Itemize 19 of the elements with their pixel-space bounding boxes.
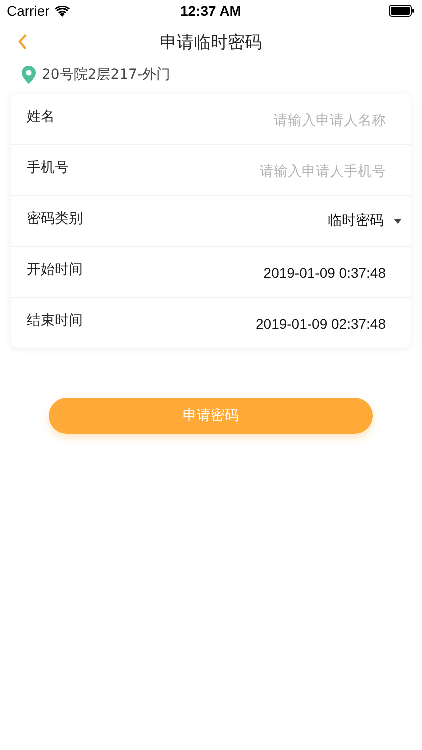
back-icon [18, 34, 28, 50]
input-field[interactable]: 请输入申请人手机号 [186, 162, 386, 182]
carrier-label: Carrier [7, 3, 50, 19]
field-label: 手机号 [27, 159, 69, 178]
type-dropdown[interactable]: 临时密码 [328, 196, 402, 236]
field-label: 姓名 [27, 108, 55, 127]
location-text: 20号院2层217-外门 [42, 66, 170, 84]
wifi-icon [54, 6, 70, 16]
time-value: 2019-01-09 02:37:48 [256, 315, 386, 334]
caret-icon [394, 219, 402, 224]
battery-icon [388, 5, 415, 17]
time-value: 2019-01-09 0:37:48 [264, 264, 386, 283]
field-label: 结束时间 [27, 312, 83, 331]
field-label: 密码类别 [27, 210, 83, 229]
clock-time: 12:37 AM [180, 3, 242, 19]
field-label: 开始时间 [27, 261, 83, 280]
location-pin-icon [22, 66, 36, 84]
page-title: 申请临时密码 [160, 32, 262, 54]
input-field[interactable]: 请输入申请人名称 [186, 111, 386, 131]
